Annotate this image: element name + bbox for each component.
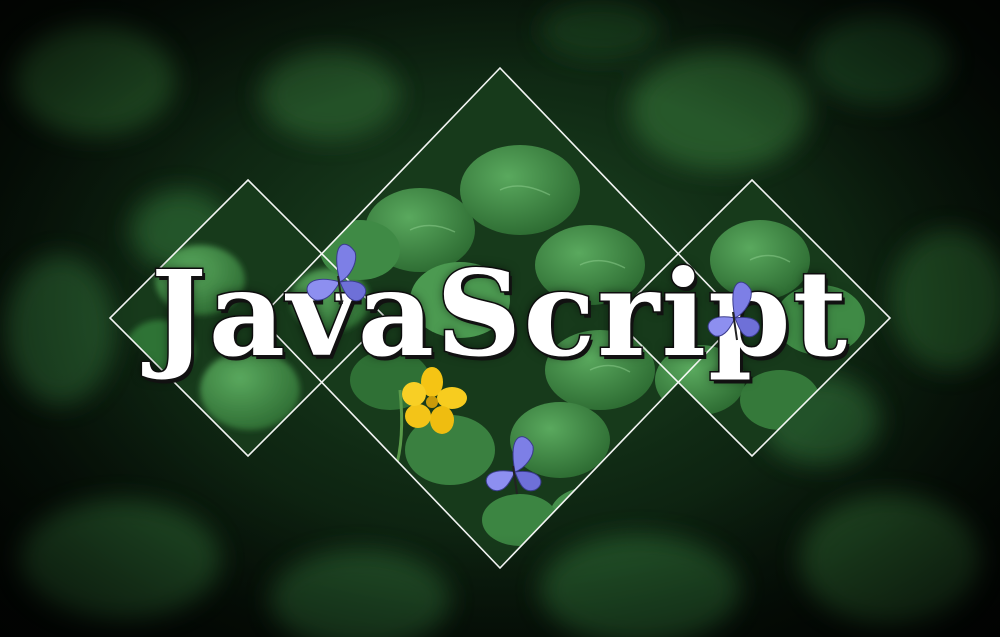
butterfly-icon [707, 281, 760, 341]
butterflies [306, 243, 760, 495]
butterfly-icon [306, 243, 367, 305]
butterfly-icon [485, 436, 542, 495]
hero-image: JavaScript [0, 0, 1000, 637]
